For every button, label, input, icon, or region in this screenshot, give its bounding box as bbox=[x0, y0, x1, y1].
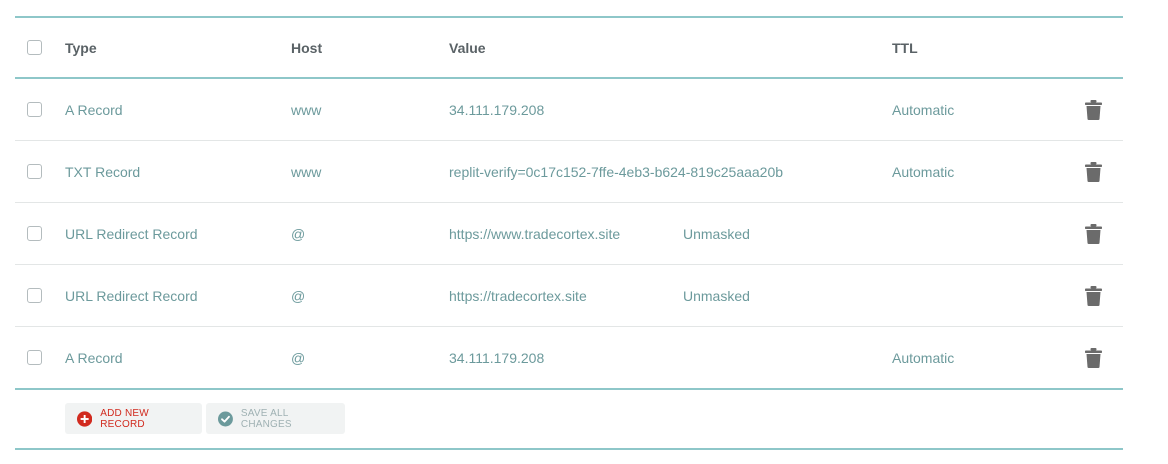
record-type[interactable]: A Record bbox=[65, 327, 123, 388]
row-checkbox-cell[interactable] bbox=[27, 327, 42, 388]
header-host: Host bbox=[291, 39, 323, 56]
record-value[interactable]: replit-verify=0c17c152-7ffe-4eb3-b624-81… bbox=[449, 141, 783, 202]
table-row: A Record www 34.111.179.208 Automatic bbox=[15, 79, 1123, 141]
trash-icon[interactable] bbox=[1085, 99, 1102, 120]
record-type[interactable]: URL Redirect Record bbox=[65, 203, 198, 264]
record-value[interactable]: 34.111.179.208 bbox=[449, 79, 544, 140]
record-masking[interactable]: Unmasked bbox=[683, 203, 750, 264]
record-host[interactable]: www bbox=[291, 141, 321, 202]
record-value[interactable]: 34.111.179.208 bbox=[449, 327, 544, 388]
trash-icon[interactable] bbox=[1085, 347, 1102, 368]
row-checkbox-cell[interactable] bbox=[27, 203, 42, 264]
record-type[interactable]: TXT Record bbox=[65, 141, 140, 202]
check-circle-icon bbox=[218, 411, 233, 426]
table-row: A Record @ 34.111.179.208 Automatic bbox=[15, 327, 1123, 390]
trash-icon[interactable] bbox=[1085, 223, 1102, 244]
record-ttl[interactable]: Automatic bbox=[892, 79, 954, 140]
delete-record-button[interactable] bbox=[1085, 327, 1102, 388]
trash-icon[interactable] bbox=[1085, 285, 1102, 306]
record-ttl[interactable]: Automatic bbox=[892, 327, 954, 388]
table-header-row: Type Host Value TTL bbox=[15, 18, 1123, 79]
dns-records-table: Type Host Value TTL A Record www 34.111.… bbox=[15, 16, 1123, 450]
record-host[interactable]: @ bbox=[291, 327, 305, 388]
header-value: Value bbox=[449, 39, 486, 56]
row-checkbox[interactable] bbox=[27, 350, 42, 365]
record-host[interactable]: @ bbox=[291, 265, 305, 326]
delete-record-button[interactable] bbox=[1085, 141, 1102, 202]
row-checkbox[interactable] bbox=[27, 288, 42, 303]
save-all-changes-button[interactable]: SAVE ALL CHANGES bbox=[206, 403, 345, 434]
record-value[interactable]: https://tradecortex.site bbox=[449, 265, 587, 326]
table-row: TXT Record www replit-verify=0c17c152-7f… bbox=[15, 141, 1123, 203]
record-host[interactable]: @ bbox=[291, 203, 305, 264]
plus-circle-icon bbox=[77, 410, 93, 427]
row-checkbox[interactable] bbox=[27, 226, 42, 241]
select-all-checkbox[interactable] bbox=[27, 40, 42, 55]
table-actions: ADD NEW RECORD SAVE ALL CHANGES bbox=[15, 390, 1123, 450]
record-type[interactable]: URL Redirect Record bbox=[65, 265, 198, 326]
header-ttl: TTL bbox=[892, 39, 918, 56]
add-new-record-button[interactable]: ADD NEW RECORD bbox=[65, 403, 202, 434]
record-type[interactable]: A Record bbox=[65, 79, 123, 140]
row-checkbox-cell[interactable] bbox=[27, 141, 42, 202]
row-checkbox[interactable] bbox=[27, 164, 42, 179]
row-checkbox-cell[interactable] bbox=[27, 79, 42, 140]
trash-icon[interactable] bbox=[1085, 161, 1102, 182]
delete-record-button[interactable] bbox=[1085, 265, 1102, 326]
table-row: URL Redirect Record @ https://www.tradec… bbox=[15, 203, 1123, 265]
save-all-changes-label: SAVE ALL CHANGES bbox=[240, 407, 292, 430]
row-checkbox[interactable] bbox=[27, 102, 42, 117]
header-type: Type bbox=[65, 39, 97, 56]
add-new-record-label: ADD NEW RECORD bbox=[100, 407, 149, 430]
delete-record-button[interactable] bbox=[1085, 203, 1102, 264]
record-masking[interactable]: Unmasked bbox=[683, 265, 750, 326]
record-ttl[interactable]: Automatic bbox=[892, 141, 954, 202]
select-all-checkbox-cell[interactable] bbox=[27, 18, 42, 77]
record-value[interactable]: https://www.tradecortex.site bbox=[449, 203, 620, 264]
record-host[interactable]: www bbox=[291, 79, 321, 140]
row-checkbox-cell[interactable] bbox=[27, 265, 42, 326]
table-row: URL Redirect Record @ https://tradecorte… bbox=[15, 265, 1123, 327]
delete-record-button[interactable] bbox=[1085, 79, 1102, 140]
